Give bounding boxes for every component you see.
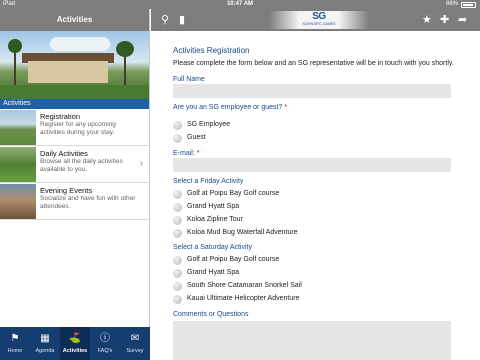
evening-events-thumbnail (0, 184, 36, 219)
radio-button[interactable] (173, 282, 182, 291)
daily-activities-thumbnail (0, 147, 36, 182)
comments-textarea[interactable] (173, 321, 451, 360)
email-label: E-mail: * (173, 150, 200, 157)
radio-button[interactable] (173, 121, 182, 130)
sidebar-item-label: Registration (40, 112, 81, 121)
full-name-field[interactable] (173, 84, 451, 98)
sidebar-item-description: Browse all the daily activities availabl… (40, 158, 123, 173)
sidebar-item-label: Evening Events (40, 186, 93, 195)
form-title: Activities Registration (173, 46, 250, 55)
content-header: ⚲ ▮ SG SCIENTIFIC GAMES ★ ✚ ➦ (151, 9, 480, 31)
sidebar-item-description: Register for any upcoming activities dur… (40, 121, 116, 136)
document-icon[interactable]: ▮ (179, 13, 185, 27)
sidebar: Activities Activities Registration Regis… (0, 9, 150, 360)
battery-percent: 86% (445, 1, 458, 7)
sidebar-title: Activities (0, 9, 149, 31)
status-bar: iPad 10:47 AM 86% (0, 0, 480, 9)
sidebar-item-evening-events[interactable]: Evening Events Socialize and have fun wi… (0, 183, 149, 220)
full-name-label: Full Name (173, 76, 205, 83)
home-icon: ⚑ (10, 333, 20, 344)
battery-icon (461, 2, 476, 8)
radio-button[interactable] (173, 229, 182, 238)
chevron-right-icon: › (139, 158, 143, 169)
sidebar-section-header: Activities (0, 99, 149, 109)
info-icon: ⓘ (100, 333, 110, 344)
radio-button[interactable] (173, 295, 182, 304)
registration-form: Activities Registration Please complete … (151, 31, 480, 360)
tab-bar: ⚑ Home ▦ Agenda ⛳ Activities ⓘ FAQ's ✉ S… (0, 327, 150, 360)
email-field[interactable] (173, 158, 451, 172)
radio-button[interactable] (173, 190, 182, 199)
sidebar-item-description: Socialize and have fun with other attend… (40, 195, 136, 210)
saturday-activity-label: Select a Saturday Activity (173, 244, 252, 251)
search-icon[interactable]: ⚲ (161, 13, 169, 27)
survey-icon: ✉ (130, 333, 140, 344)
sidebar-item-registration[interactable]: Registration Register for any upcoming a… (0, 109, 149, 146)
comments-label: Comments or Questions (173, 311, 249, 318)
share-icon[interactable]: ➦ (458, 13, 467, 27)
friday-activity-label: Select a Friday Activity (173, 178, 244, 185)
tab-agenda[interactable]: ▦ Agenda (30, 327, 60, 360)
radio-button[interactable] (173, 203, 182, 212)
agenda-icon: ▦ (40, 333, 50, 344)
sidebar-item-label: Daily Activities (40, 149, 88, 158)
radio-button[interactable] (173, 256, 182, 265)
form-intro: Please complete the form below and an SG… (173, 60, 454, 67)
plus-icon[interactable]: ✚ (440, 13, 449, 27)
tab-survey[interactable]: ✉ Survey (120, 327, 150, 360)
status-clock: 10:47 AM (226, 1, 254, 7)
radio-button[interactable] (173, 216, 182, 225)
sidebar-item-daily-activities[interactable]: Daily Activities Browse all the daily ac… (0, 146, 149, 183)
star-icon[interactable]: ★ (422, 13, 432, 27)
employee-question-label: Are you an SG employee or guest? * (173, 104, 288, 111)
resort-hero-image (0, 31, 149, 99)
radio-button[interactable] (173, 134, 182, 143)
radio-button[interactable] (173, 269, 182, 278)
registration-thumbnail (0, 110, 36, 145)
tab-faqs[interactable]: ⓘ FAQ's (90, 327, 120, 360)
tab-activities[interactable]: ⛳ Activities (60, 327, 90, 360)
tab-home[interactable]: ⚑ Home (0, 327, 30, 360)
scientific-games-logo: SG SCIENTIFIC GAMES (269, 11, 369, 29)
activities-icon: ⛳ (68, 333, 82, 344)
